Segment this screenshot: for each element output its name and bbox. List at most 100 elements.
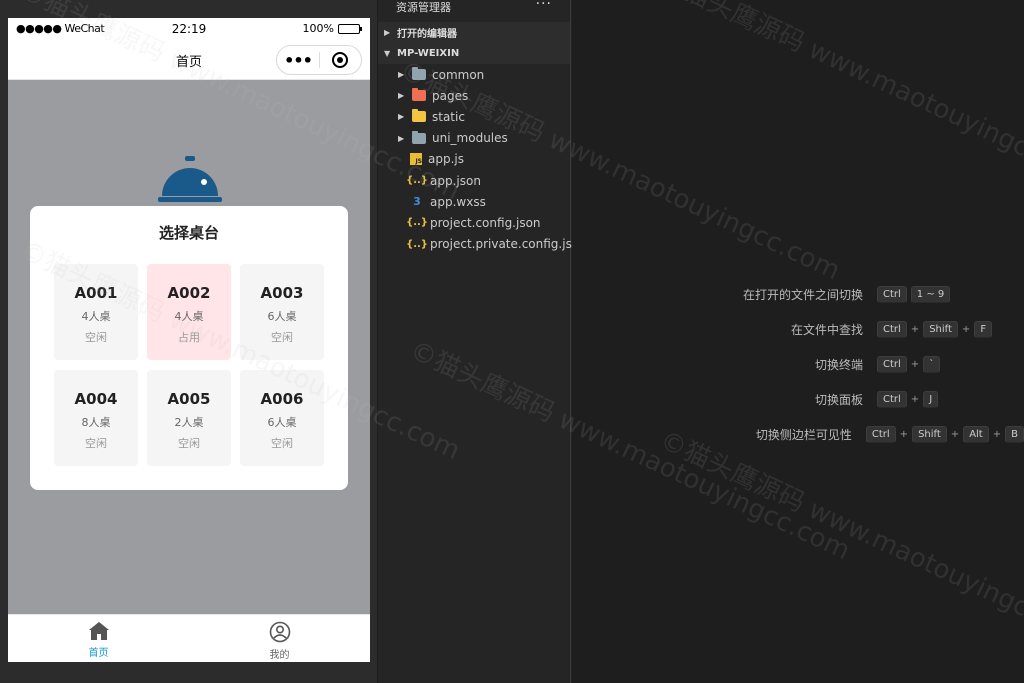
key-cap: 1 ~ 9 xyxy=(910,285,951,303)
shortcut-label: 在文件中查找 xyxy=(790,322,863,337)
shortcut-label: 切换侧边栏可见性 xyxy=(755,427,852,442)
tree-folder-uni-modules[interactable]: ▶ uni_modules xyxy=(378,128,570,149)
explorer-header: 资源管理器 ··· xyxy=(378,0,570,14)
close-miniprogram-button[interactable] xyxy=(320,52,361,68)
key-cap: Shift xyxy=(912,425,947,443)
chevron-down-icon: ▼ xyxy=(384,49,391,58)
table-seats: 4人桌 xyxy=(174,310,204,323)
table-id: A003 xyxy=(260,284,304,302)
key-joiner: + xyxy=(950,428,960,440)
chevron-right-icon: ▶ xyxy=(384,28,391,37)
js-icon: JS xyxy=(410,153,422,166)
file-tree: ▶ common ▶ pages ▶ static ▶ uni_modules … xyxy=(378,64,583,255)
tree-file-app-json[interactable]: {..} app.json xyxy=(378,170,570,191)
file-name: project.config.json xyxy=(430,215,541,230)
key-joiner: + xyxy=(910,323,920,335)
key-cap: Ctrl xyxy=(877,320,907,338)
folder-icon xyxy=(412,67,426,81)
key-cap: B xyxy=(1005,425,1024,443)
explorer-more-button[interactable]: ··· xyxy=(536,0,552,12)
table-seats: 2人桌 xyxy=(174,416,204,429)
key-joiner: + xyxy=(910,358,920,370)
file-explorer: 资源管理器 ··· ▶ 打开的编辑器 ▼ MP-WEIXIN ▶ common … xyxy=(378,0,583,683)
css-icon: 3 xyxy=(413,195,421,209)
file-name: app.wxss xyxy=(430,194,486,209)
tab-mine[interactable]: 我的 xyxy=(189,615,370,662)
file-name: app.js xyxy=(428,152,464,167)
json-icon: {..} xyxy=(406,217,428,229)
table-card[interactable]: A001 4人桌 空闲 xyxy=(54,264,138,360)
editor-welcome: 在打开的文件之间切换 Ctrl 1 ~ 9 在文件中查找 Ctrl + Shif… xyxy=(572,0,1024,683)
table-status: 空闲 xyxy=(178,437,200,450)
table-seats: 6人桌 xyxy=(267,416,297,429)
home-icon xyxy=(88,622,109,640)
table-card[interactable]: A005 2人桌 空闲 xyxy=(147,370,231,466)
table-card[interactable]: A006 6人桌 空闲 xyxy=(240,370,324,466)
table-status: 空闲 xyxy=(271,437,293,450)
key-cap: F xyxy=(974,320,993,338)
shortcut-label: 在打开的文件之间切换 xyxy=(742,287,863,302)
table-select-modal: 选择桌台 A001 4人桌 空闲 A002 4人桌 占用 A003 6人桌 空闲 xyxy=(30,206,348,490)
user-icon xyxy=(269,621,290,643)
tree-folder-static[interactable]: ▶ static xyxy=(378,106,570,127)
more-button[interactable]: ••• xyxy=(277,51,319,70)
battery-icon xyxy=(338,23,362,34)
shortcut-row: 切换面板 Ctrl + J xyxy=(572,389,1024,409)
table-status: 空闲 xyxy=(85,437,107,450)
table-seats: 8人桌 xyxy=(81,416,111,429)
key-cap: Shift xyxy=(923,320,958,338)
key-joiner: + xyxy=(992,428,1002,440)
chevron-right-icon: ▶ xyxy=(398,133,405,143)
cloche-icon xyxy=(158,156,222,202)
shortcut-label: 切换面板 xyxy=(814,392,863,407)
table-status: 空闲 xyxy=(271,331,293,344)
shortcut-keys: Ctrl + Shift + F xyxy=(877,320,993,338)
menu-capsule: ••• xyxy=(276,45,362,75)
shortcut-row: 切换侧边栏可见性 Ctrl + Shift + Alt + B xyxy=(572,424,1024,444)
section-project[interactable]: ▼ MP-WEIXIN xyxy=(378,43,570,64)
table-seats: 6人桌 xyxy=(267,310,297,323)
table-card[interactable]: A002 4人桌 占用 xyxy=(147,264,231,360)
status-bar: ●●●●● WeChat 22:19 100% xyxy=(8,18,370,40)
table-card[interactable]: A003 6人桌 空闲 xyxy=(240,264,324,360)
table-id: A004 xyxy=(74,390,118,408)
table-id: A002 xyxy=(167,284,211,302)
tab-bar: 首页 我的 xyxy=(8,614,370,662)
shortcut-keys: Ctrl + ` xyxy=(877,355,941,373)
tree-file-app-wxss[interactable]: 3 app.wxss xyxy=(378,191,570,212)
shortcut-keys: Ctrl 1 ~ 9 xyxy=(877,285,951,303)
phone-screen: ●●●●● WeChat 22:19 100% 首页 ••• 选择桌台 A001… xyxy=(8,18,370,662)
key-cap: Ctrl xyxy=(877,355,907,373)
tree-file-project-private-config[interactable]: {..} project.private.config.js... xyxy=(378,234,583,255)
table-card[interactable]: A004 8人桌 空闲 xyxy=(54,370,138,466)
shortcut-row: 切换终端 Ctrl + ` xyxy=(572,354,1024,374)
nav-bar: 首页 ••• xyxy=(8,40,370,80)
folder-name: common xyxy=(432,67,485,82)
pages-folder-icon xyxy=(412,88,426,102)
table-status: 占用 xyxy=(178,331,200,344)
shortcut-row: 在文件中查找 Ctrl + Shift + F xyxy=(572,319,1024,339)
target-icon xyxy=(332,52,349,68)
tab-home[interactable]: 首页 xyxy=(8,615,189,662)
tab-mine-label: 我的 xyxy=(269,650,290,661)
chevron-right-icon: ▶ xyxy=(398,70,405,80)
tree-file-app-js[interactable]: JS app.js xyxy=(378,149,570,170)
battery-status: 100% xyxy=(303,22,362,35)
static-folder-icon xyxy=(412,109,426,123)
tree-file-project-config[interactable]: {..} project.config.json xyxy=(378,212,570,233)
folder-name: static xyxy=(432,109,465,124)
section-label: MP-WEIXIN xyxy=(397,48,460,59)
file-name: project.private.config.js... xyxy=(430,237,584,252)
folder-name: pages xyxy=(432,88,469,103)
table-seats: 4人桌 xyxy=(81,310,111,323)
tree-folder-common[interactable]: ▶ common xyxy=(378,64,570,85)
key-cap: Ctrl xyxy=(865,425,896,443)
file-name: app.json xyxy=(430,173,481,188)
modal-title: 选择桌台 xyxy=(158,224,219,242)
section-open-editors[interactable]: ▶ 打开的编辑器 xyxy=(378,22,570,43)
table-grid: A001 4人桌 空闲 A002 4人桌 占用 A003 6人桌 空闲 A004… xyxy=(54,264,324,466)
json-icon: {..} xyxy=(406,175,428,187)
tree-folder-pages[interactable]: ▶ pages xyxy=(378,85,570,106)
json-icon: {..} xyxy=(406,238,428,250)
tab-home-label: 首页 xyxy=(88,648,109,659)
